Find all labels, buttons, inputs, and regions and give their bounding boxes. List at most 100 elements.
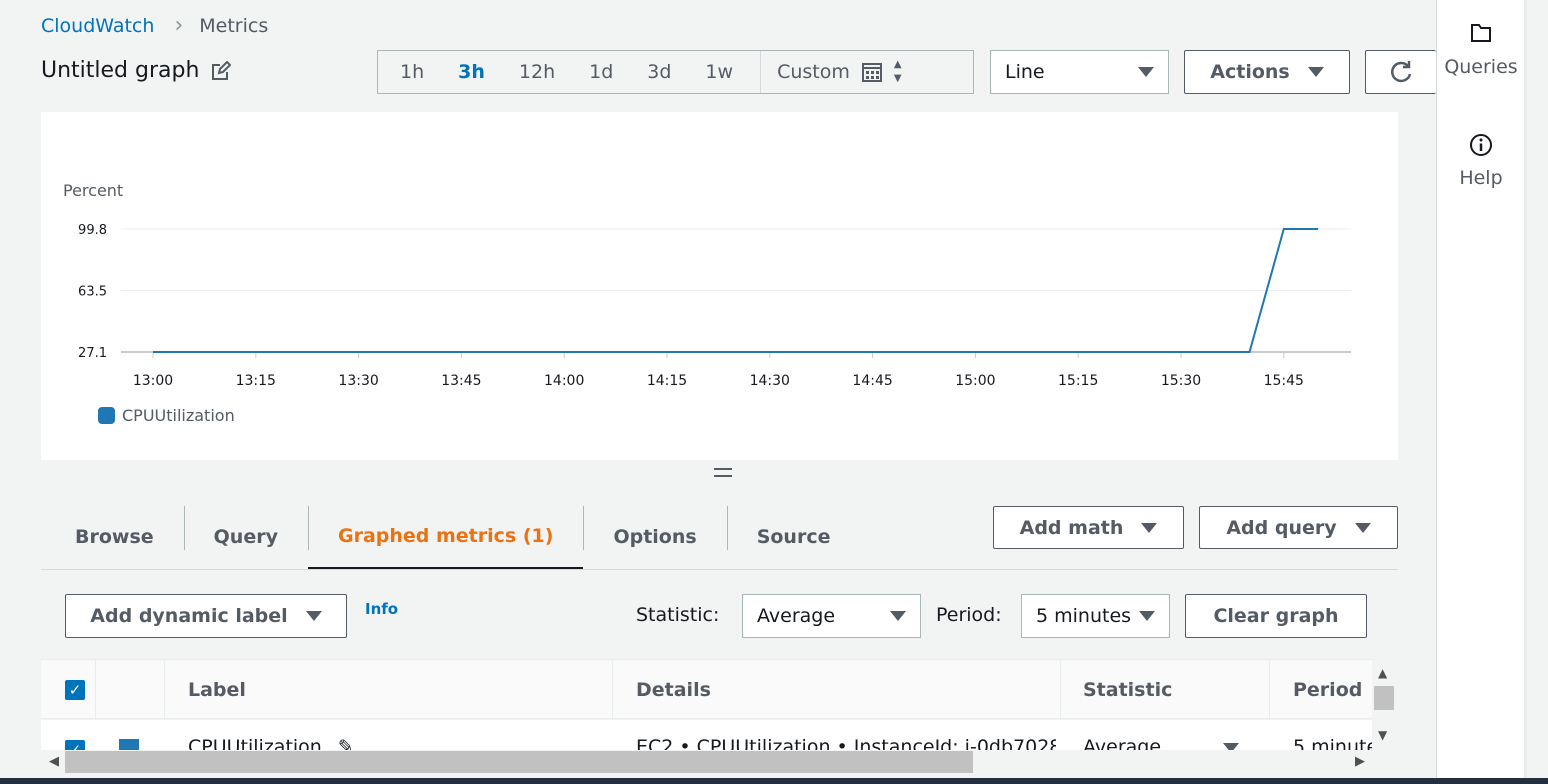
edit-title-icon[interactable] (211, 60, 232, 81)
calendar-icon (861, 63, 882, 82)
time-range-selector: 1h 3h 12h 1d 3d 1w Custom ▲ ▼ (377, 50, 974, 94)
line-chart: Percent 99.8 63.5 27.1 13:00 13:15 13:30 13:45 1… (63, 181, 1351, 425)
column-divider (612, 660, 613, 720)
add-query-button[interactable]: Add query (1199, 506, 1398, 549)
actions-label: Actions (1210, 61, 1290, 83)
column-header-period[interactable]: Period (1293, 660, 1362, 720)
vertical-scrollbar[interactable]: ▲ ▼ (1372, 660, 1398, 774)
breadcrumb-cloudwatch-link[interactable]: CloudWatch (41, 15, 154, 37)
chart-panel: Percent 99.8 63.5 27.1 13:00 13:15 13:30 13:45 1… (41, 112, 1398, 460)
period-label: Period: (936, 604, 1002, 626)
horizontal-scroll-thumb[interactable] (65, 751, 973, 773)
metrics-table-header: ✓ Label Details Statistic Period (41, 659, 1373, 720)
y-tick-label: 63.5 (78, 284, 107, 299)
row-statistic-select[interactable]: Average (1083, 736, 1240, 750)
column-header-details[interactable]: Details (636, 660, 711, 720)
clear-graph-button[interactable]: Clear graph (1185, 594, 1367, 638)
clear-graph-label: Clear graph (1213, 605, 1339, 627)
x-tick-label: 14:45 (852, 373, 892, 389)
row-checkbox[interactable]: ✓ (65, 740, 85, 750)
checkmark-icon: ✓ (65, 740, 85, 750)
table-row: ✓ CPUUtilization ✎ EC2 • CPUUtilization … (41, 720, 1373, 750)
edit-label-icon[interactable]: ✎ (338, 736, 354, 750)
actions-button[interactable]: Actions (1184, 50, 1350, 94)
rail-help-label: Help (1459, 167, 1503, 189)
time-range-3d[interactable]: 3d (630, 61, 688, 83)
y-tick-label: 27.1 (78, 346, 107, 361)
right-rail: Queries Help (1436, 0, 1524, 784)
rail-queries-label: Queries (1444, 56, 1518, 78)
chevron-down-icon (305, 611, 322, 621)
time-range-custom[interactable]: Custom ▲ ▼ (760, 51, 902, 93)
add-math-button[interactable]: Add math (993, 506, 1184, 549)
x-tick-label: 15:30 (1161, 373, 1201, 389)
x-tick-label: 14:15 (647, 373, 687, 389)
scroll-right-icon[interactable]: ▶ (1355, 754, 1365, 769)
x-tick-label: 15:00 (955, 373, 995, 389)
column-header-label[interactable]: Label (188, 660, 246, 720)
time-range-12h[interactable]: 12h (502, 61, 572, 83)
x-tick-label: 15:45 (1264, 373, 1304, 389)
row-period: 5 minutes (1293, 736, 1373, 750)
chevron-down-icon (1138, 67, 1154, 77)
y-axis-label: Percent (63, 181, 123, 200)
rail-help[interactable]: Help (1437, 133, 1525, 189)
chart-type-select[interactable]: Line (990, 50, 1169, 94)
series-color-swatch[interactable] (119, 739, 139, 750)
row-label-cell: CPUUtilization ✎ (188, 736, 354, 750)
chevron-down-icon (1307, 67, 1324, 77)
statistic-select[interactable]: Average (742, 594, 921, 638)
scroll-down-icon[interactable]: ▼ (1378, 728, 1387, 742)
main-area: CloudWatch › Metrics Untitled graph 1h 3… (0, 0, 1436, 784)
legend-swatch (98, 407, 115, 424)
tab-browse[interactable]: Browse (41, 504, 184, 570)
chevron-down-icon (1141, 522, 1158, 533)
statistic-select-value: Average (757, 605, 836, 627)
tab-query[interactable]: Query (183, 504, 308, 570)
x-tick-label: 13:15 (236, 373, 276, 389)
chart-type-value: Line (1005, 61, 1045, 83)
tabs-divider (41, 569, 1398, 570)
add-dynamic-label-text: Add dynamic label (90, 605, 288, 627)
x-tick-label: 14:30 (750, 373, 790, 389)
tab-graphed-metrics[interactable]: Graphed metrics (1) (307, 504, 584, 570)
refresh-button[interactable] (1365, 50, 1436, 94)
time-range-1d[interactable]: 1d (572, 61, 630, 83)
row-details: EC2 • CPUUtilization • InstanceId: i-0db… (636, 736, 1056, 750)
add-query-label: Add query (1226, 516, 1337, 539)
info-link[interactable]: Info (365, 600, 398, 618)
vertical-scroll-thumb[interactable] (1374, 686, 1394, 710)
page-scroll-gutter (1524, 0, 1548, 784)
column-header-statistic[interactable]: Statistic (1083, 660, 1172, 720)
breadcrumb-current: Metrics (199, 14, 269, 37)
rail-queries[interactable]: Queries (1437, 22, 1525, 78)
column-divider (1060, 660, 1061, 720)
time-range-1w[interactable]: 1w (688, 61, 750, 83)
tab-bar: Browse Query Graphed metrics (1) Options… (41, 504, 860, 570)
graph-title: Untitled graph (41, 58, 232, 83)
legend-label: CPUUtilization (122, 406, 235, 425)
chevron-down-icon (1223, 742, 1240, 750)
time-range-custom-label: Custom (777, 61, 850, 83)
scroll-up-icon[interactable]: ▲ (1378, 666, 1387, 680)
chevron-down-icon (1354, 522, 1371, 533)
period-select[interactable]: 5 minutes (1021, 594, 1170, 638)
resize-handle[interactable] (714, 468, 732, 482)
breadcrumb-separator-icon: › (174, 13, 184, 38)
tab-options[interactable]: Options (583, 504, 726, 570)
time-range-spinner-icon[interactable]: ▲ ▼ (894, 58, 902, 86)
add-dynamic-label-button[interactable]: Add dynamic label (65, 594, 347, 638)
x-tick-label: 15:15 (1058, 373, 1098, 389)
time-range-3h[interactable]: 3h (441, 61, 502, 83)
row-label: CPUUtilization (188, 736, 322, 750)
refresh-icon (1390, 61, 1412, 83)
select-all-checkbox[interactable]: ✓ (65, 660, 85, 720)
x-tick-label: 13:45 (441, 373, 481, 389)
checkmark-icon: ✓ (65, 680, 85, 700)
info-icon (1470, 134, 1492, 156)
tab-source[interactable]: Source (726, 504, 861, 570)
scroll-left-icon[interactable]: ◀ (49, 754, 59, 769)
time-range-1h[interactable]: 1h (378, 61, 441, 83)
taskbar-strip (0, 778, 1548, 784)
horizontal-scrollbar[interactable]: ◀ ▶ (41, 750, 1372, 774)
